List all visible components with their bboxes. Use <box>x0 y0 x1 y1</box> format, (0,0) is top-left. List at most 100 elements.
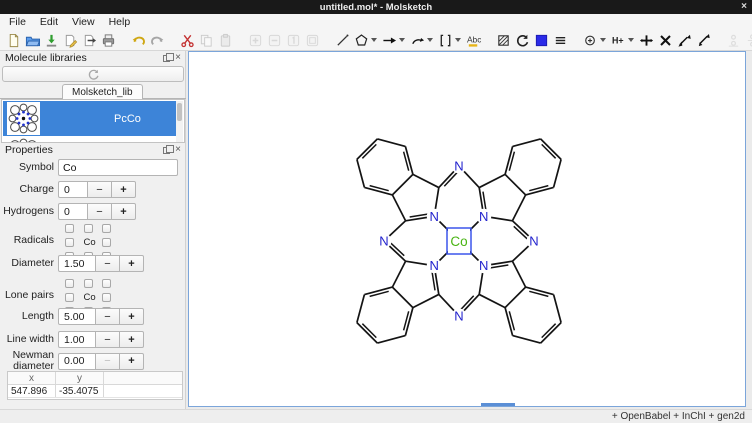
refresh-library-button[interactable] <box>2 66 184 82</box>
diameter-plus-button[interactable]: + <box>120 255 144 272</box>
newman-minus-button[interactable]: − <box>96 353 120 370</box>
mechanism-arrow-caret[interactable] <box>427 38 433 42</box>
electron-position-checkbox[interactable] <box>84 279 93 288</box>
panel-close-icon[interactable]: × <box>175 146 181 154</box>
cobalt-atom-label[interactable]: Co <box>450 234 467 249</box>
rotate-button[interactable] <box>513 31 532 49</box>
open-folder-button[interactable] <box>23 31 42 49</box>
window-close-button[interactable]: × <box>741 1 747 13</box>
menu-file[interactable]: File <box>2 15 33 29</box>
nitrogen-atom-label[interactable]: N <box>430 258 439 273</box>
diameter-minus-button[interactable]: − <box>96 255 120 272</box>
bracket-tool-button[interactable] <box>436 31 455 49</box>
coordinate-cell[interactable]: 547.896 <box>8 385 56 397</box>
electron-position-checkbox[interactable] <box>65 224 74 233</box>
electron-position-checkbox[interactable] <box>102 279 111 288</box>
length-minus-button[interactable]: − <box>96 308 120 325</box>
tab-molsketch-lib[interactable]: Molsketch_lib <box>62 84 143 99</box>
save-as-button[interactable] <box>61 31 80 49</box>
electron-position-checkbox[interactable] <box>65 279 74 288</box>
save-button[interactable] <box>42 31 61 49</box>
nitrogen-atom-label[interactable]: N <box>454 309 463 324</box>
list-item-pcco[interactable]: PcCo <box>3 101 178 136</box>
newman-plus-button[interactable]: + <box>120 353 144 370</box>
drawing-canvas[interactable]: N N N N N N N N Co <box>188 51 746 407</box>
line-width-value[interactable]: 1.00 <box>58 331 96 348</box>
hydrogens-value[interactable]: 0 <box>58 203 88 220</box>
diameter-value[interactable]: 1.50 <box>58 255 96 272</box>
electron-position-checkbox[interactable] <box>102 293 111 302</box>
coordinates-table[interactable]: xy547.896-35.4075 <box>7 371 183 400</box>
scrollbar-handle[interactable] <box>177 103 182 121</box>
nitrogen-atom-label[interactable]: N <box>379 234 388 249</box>
mechanism-arrow-button[interactable] <box>408 31 427 49</box>
length-label: Length <box>0 311 58 322</box>
panel-float-icon[interactable] <box>163 55 170 62</box>
nitrogen-atom-label[interactable]: N <box>529 234 538 249</box>
nitrogen-atom-label[interactable]: N <box>454 159 463 174</box>
ring-tool-caret[interactable] <box>371 38 377 42</box>
reaction-arrow-caret[interactable] <box>399 38 405 42</box>
hydrogens-minus-button[interactable]: − <box>88 203 112 220</box>
reaction-arrow-button[interactable] <box>380 31 399 49</box>
line-width-minus-button[interactable]: − <box>96 331 120 348</box>
menu-view[interactable]: View <box>65 15 102 29</box>
library-scrollbar[interactable] <box>176 101 183 142</box>
coordinate-cell[interactable]: -35.4075 <box>56 385 104 397</box>
delete-tool-button[interactable] <box>656 31 675 49</box>
panel-float-icon[interactable] <box>163 147 170 154</box>
menu-help[interactable]: Help <box>102 15 138 29</box>
hydrogens-plus-button[interactable]: + <box>112 203 136 220</box>
hydrogen-tool-button[interactable]: H+ <box>609 31 628 49</box>
canvas-hscroll-handle[interactable] <box>481 403 515 406</box>
color-swatch-button[interactable] <box>532 31 551 49</box>
menu-edit[interactable]: Edit <box>33 15 65 29</box>
charge-tool-button[interactable] <box>581 31 600 49</box>
nitrogen-atom-label[interactable]: N <box>479 209 488 224</box>
length-plus-button[interactable]: + <box>120 308 144 325</box>
line-width-stepper: 1.00 − + <box>58 331 144 348</box>
symbol-input[interactable] <box>58 159 178 176</box>
undo-button[interactable] <box>129 31 148 49</box>
electron-position-checkbox[interactable] <box>65 293 74 302</box>
library-tab-bar: Molsketch_lib <box>0 83 186 99</box>
newman-value[interactable]: 0.00 <box>58 353 96 370</box>
molecule-drawing[interactable]: N N N N N N N N Co <box>189 52 745 406</box>
hash-pattern-button[interactable] <box>494 31 513 49</box>
electron-position-checkbox[interactable] <box>102 238 111 247</box>
properties-panel-title: Properties <box>5 144 53 156</box>
atom-labels[interactable]: N N N N N N N N Co <box>377 159 542 324</box>
line-width-plus-button[interactable]: + <box>120 331 144 348</box>
bracket-tool-caret[interactable] <box>455 38 461 42</box>
column-header-y: y <box>56 372 104 384</box>
print-button[interactable] <box>99 31 118 49</box>
charge-value[interactable]: 0 <box>58 181 88 198</box>
toolbar-group <box>178 31 235 49</box>
nitrogen-atom-label[interactable]: N <box>479 258 488 273</box>
redo-button[interactable] <box>148 31 167 49</box>
electron-position-checkbox[interactable] <box>84 224 93 233</box>
charge-tool-caret[interactable] <box>600 38 606 42</box>
electron-position-checkbox[interactable] <box>65 238 74 247</box>
new-file-button[interactable] <box>4 31 23 49</box>
electron-position-checkbox[interactable] <box>102 224 111 233</box>
draw-line-button[interactable] <box>333 31 352 49</box>
charge-minus-button[interactable]: − <box>88 181 112 198</box>
connect-tool-button[interactable] <box>637 31 656 49</box>
hydrogen-tool-caret[interactable] <box>628 38 634 42</box>
ring-tool-button[interactable] <box>352 31 371 49</box>
cut-button[interactable] <box>178 31 197 49</box>
flip-vertical-button[interactable] <box>694 31 713 49</box>
panel-close-icon[interactable]: × <box>175 54 181 62</box>
flip-horizontal-button[interactable] <box>675 31 694 49</box>
toolbar-group <box>494 31 570 49</box>
library-panel-header: Molecule libraries × <box>0 51 186 65</box>
export-button[interactable] <box>80 31 99 49</box>
bond-type-button[interactable] <box>551 31 570 49</box>
cut-icon <box>180 33 195 48</box>
text-tool-button[interactable]: Abc <box>464 31 483 49</box>
length-value[interactable]: 5.00 <box>58 308 96 325</box>
charge-plus-button[interactable]: + <box>112 181 136 198</box>
table-row[interactable]: 547.896-35.4075 <box>8 385 182 398</box>
nitrogen-atom-label[interactable]: N <box>430 209 439 224</box>
